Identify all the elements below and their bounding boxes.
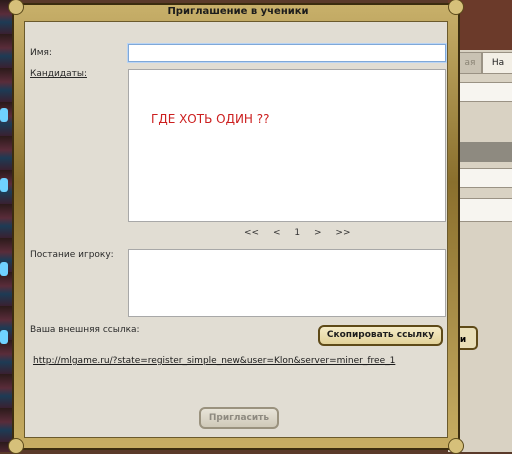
gem-icon: [0, 178, 8, 192]
page-next-link[interactable]: >: [314, 228, 322, 238]
gem-icon: [0, 262, 8, 276]
gem-icon: [0, 330, 8, 344]
gem-icon: [0, 108, 8, 122]
pagination: << < 1 > >>: [244, 228, 362, 238]
external-link-label: Ваша внешняя ссылка:: [30, 325, 140, 335]
invite-button[interactable]: Пригласить: [199, 407, 279, 429]
dialog-title: Приглашение в ученики: [167, 6, 309, 17]
name-input[interactable]: [127, 43, 447, 63]
copy-link-button[interactable]: Скопировать ссылку: [318, 325, 443, 346]
message-textarea[interactable]: [128, 249, 446, 317]
background-tab[interactable]: ая: [458, 52, 482, 74]
page-first-link[interactable]: <<: [244, 228, 259, 238]
page-prev-link[interactable]: <: [273, 228, 281, 238]
dialog-body: Имя: Кандидаты: ГДЕ ХОТЬ ОДИН ?? << < 1 …: [24, 21, 448, 438]
candidates-list[interactable]: ГДЕ ХОТЬ ОДИН ??: [128, 69, 446, 222]
page-current: 1: [294, 228, 301, 238]
name-label: Имя:: [30, 48, 52, 58]
candidates-label[interactable]: Кандидаты:: [30, 69, 87, 79]
page-last-link[interactable]: >>: [335, 228, 350, 238]
message-label: Постание игроку:: [30, 250, 114, 260]
candidates-empty-text: ГДЕ ХОТЬ ОДИН ??: [151, 112, 270, 126]
external-link[interactable]: http://mlgame.ru/?state=register_simple_…: [33, 356, 395, 366]
invite-dialog: Приглашение в ученики Имя: Кандидаты: ГД…: [8, 0, 464, 454]
background-tab[interactable]: На: [482, 52, 512, 74]
